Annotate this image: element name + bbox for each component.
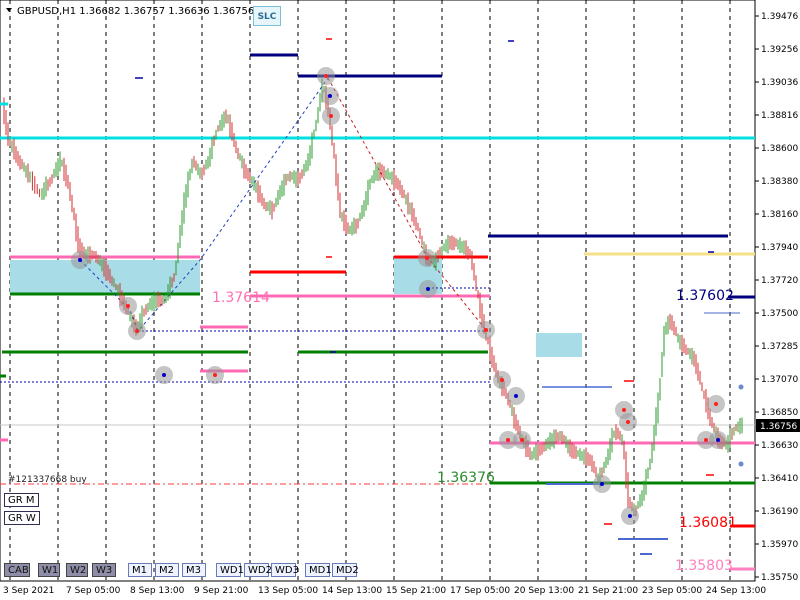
m1-button[interactable]: M1: [128, 563, 152, 577]
chart-canvas[interactable]: 1.37614 1.37602 1.36376 1.36081 1.35803 …: [0, 0, 800, 600]
price-tick-label: 1.38816: [761, 111, 798, 121]
price-tick-label: 1.37070: [761, 375, 798, 385]
price-tick-label: 1.39256: [761, 45, 798, 55]
price-tick-label: 1.37285: [761, 342, 798, 352]
dot-marker-1: [738, 384, 744, 390]
time-tick-label: 21 Sep 21:00: [578, 586, 638, 596]
slc-button[interactable]: SLC: [253, 6, 281, 26]
time-tick-label: 20 Sep 13:00: [514, 586, 574, 596]
zone-box-1: [10, 260, 200, 294]
md2-button[interactable]: MD2: [332, 563, 359, 577]
chart-title: GBPUSD,H1 1.36682 1.36757 1.36636 1.3675…: [17, 6, 254, 17]
order-label: #121337668 buy: [8, 475, 87, 485]
price-tick-label: 1.39036: [761, 78, 798, 88]
time-tick-label: 8 Sep 13:00: [130, 586, 185, 596]
level-label-1: 1.37614: [212, 290, 270, 306]
price-tick-label: 1.36410: [761, 474, 798, 484]
time-axis: 3 Sep 2021 7 Sep 05:00 8 Sep 13:00 9 Sep 21…: [3, 586, 766, 596]
w1-button[interactable]: W1: [38, 563, 60, 577]
w2-button[interactable]: W2: [66, 563, 88, 577]
level-label-3: 1.36376: [437, 470, 495, 486]
price-tick-label: 1.37940: [761, 243, 798, 253]
price-axis: 1.39476 1.39256 1.39036 1.38816 1.38600 1.383…: [755, 12, 798, 583]
m2-button[interactable]: M2: [155, 563, 179, 577]
price-tick-label: 1.38380: [761, 177, 798, 187]
price-tick-label: 1.36630: [761, 441, 798, 451]
price-tick-label: 1.37500: [761, 309, 798, 319]
time-tick-label: 23 Sep 05:00: [642, 586, 702, 596]
cab-button[interactable]: CAB: [4, 563, 30, 577]
time-tick-label: 24 Sep 13:00: [706, 586, 766, 596]
m3-button[interactable]: M3: [182, 563, 206, 577]
zone-box-3: [536, 333, 582, 357]
level-label-2: 1.37602: [676, 288, 734, 304]
gr-w-button[interactable]: GR W: [4, 511, 40, 525]
time-tick-label: 13 Sep 05:00: [258, 586, 318, 596]
md1-button[interactable]: MD1: [305, 563, 332, 577]
price-tick-label: 1.39476: [761, 12, 798, 22]
price-tick-label: 1.38600: [761, 144, 798, 154]
gr-m-button[interactable]: GR M: [4, 493, 39, 507]
price-tick-label: 1.38160: [761, 210, 798, 220]
time-tick-label: 3 Sep 2021: [3, 586, 54, 596]
price-tick-label: 1.35970: [761, 540, 798, 550]
wd1-button[interactable]: WD1: [216, 563, 244, 577]
price-tick-label: 1.36850: [761, 408, 798, 418]
price-tick-label: 1.35750: [761, 573, 798, 583]
price-tick-label: 1.37720: [761, 276, 798, 286]
time-tick-label: 14 Sep 13:00: [322, 586, 382, 596]
w3-button[interactable]: W3: [92, 563, 116, 577]
wd3-button[interactable]: WD3: [271, 563, 299, 577]
current-price-label: 1.36756: [760, 422, 797, 432]
time-tick-label: 7 Sep 05:00: [66, 586, 121, 596]
level-label-5: 1.35803: [675, 558, 733, 574]
time-tick-label: 9 Sep 21:00: [194, 586, 249, 596]
level-label-4: 1.36081: [679, 515, 737, 531]
dot-marker-2: [738, 461, 744, 467]
time-tick-label: 17 Sep 05:00: [450, 586, 510, 596]
price-tick-label: 1.36190: [761, 507, 798, 517]
time-tick-label: 15 Sep 21:00: [386, 586, 446, 596]
wd2-button[interactable]: WD2: [244, 563, 272, 577]
